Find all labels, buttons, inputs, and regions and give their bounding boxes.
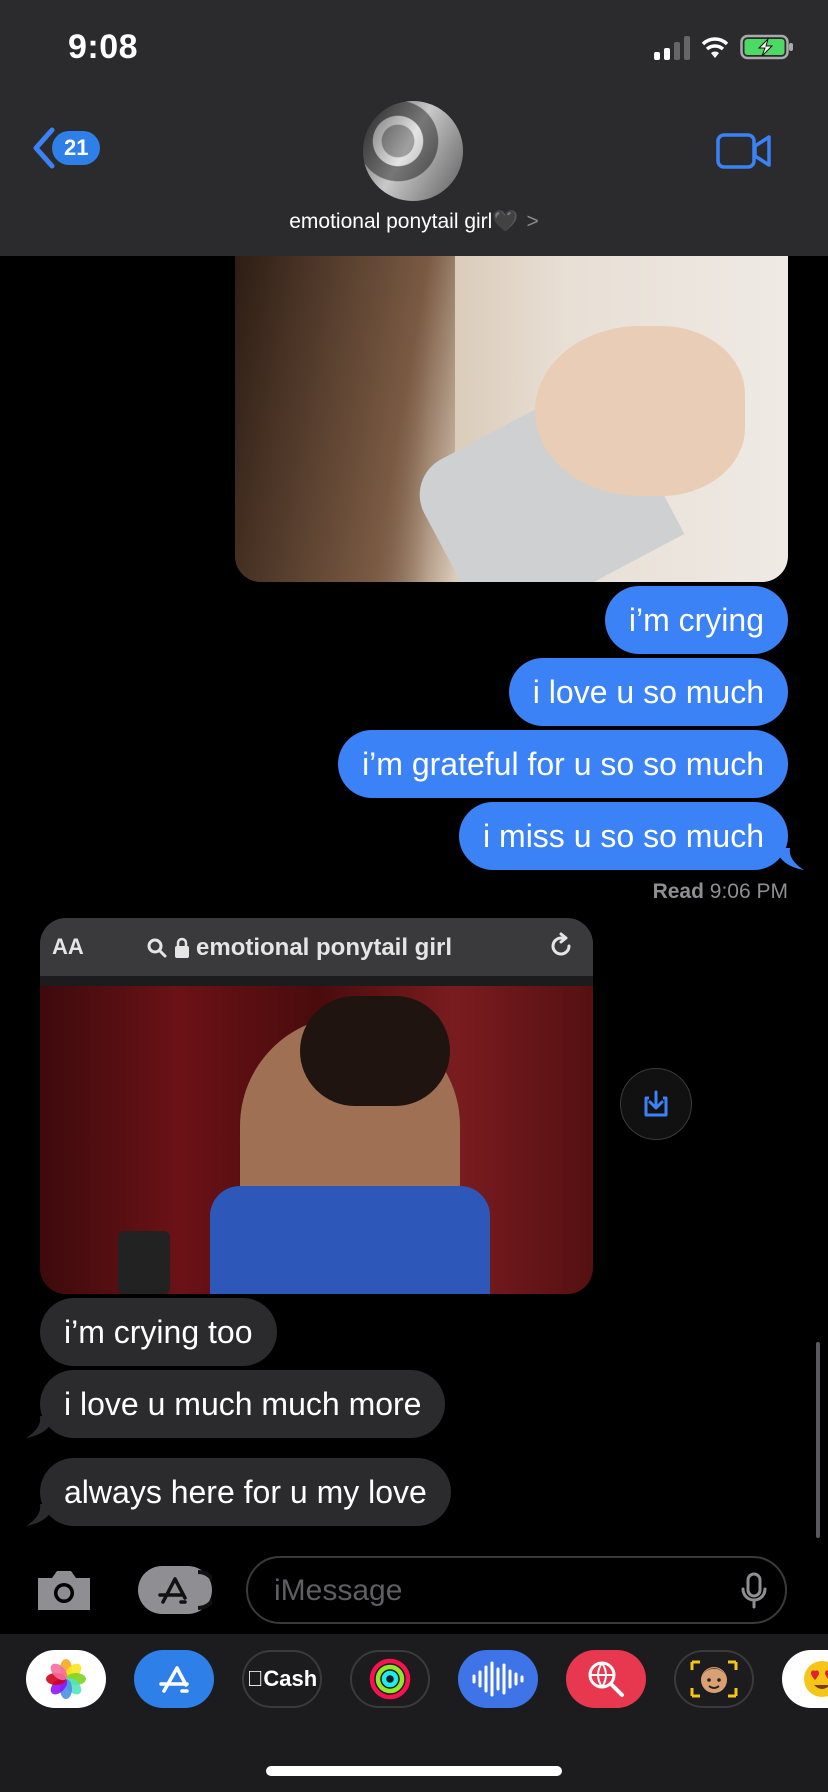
app-memoji[interactable] <box>674 1650 754 1708</box>
facetime-video-icon[interactable] <box>716 132 772 170</box>
chevron-right-icon: > <box>526 210 539 233</box>
url-field: emotional ponytail girl <box>146 934 452 962</box>
read-receipt: Read 9:06 PM <box>653 880 788 904</box>
photos-icon <box>46 1659 86 1699</box>
apple-cash-label: Cash <box>247 1666 317 1691</box>
imessage-field[interactable] <box>272 1568 696 1614</box>
app-photos[interactable] <box>26 1650 106 1708</box>
read-time: 9:06 PM <box>709 880 788 903</box>
home-indicator[interactable] <box>266 1766 562 1776</box>
camera-icon[interactable] <box>34 1566 94 1614</box>
lock-icon <box>175 937 189 958</box>
search-icon <box>147 938 167 958</box>
globe-search-icon <box>588 1661 624 1697</box>
reload-icon <box>551 932 571 956</box>
download-icon <box>644 1090 668 1117</box>
bubble-tail <box>26 1504 54 1526</box>
app-activity[interactable] <box>350 1650 430 1708</box>
message-input[interactable] <box>246 1556 787 1624</box>
back-button[interactable]: 21 <box>30 126 101 170</box>
app-store-icon <box>159 1666 189 1693</box>
wifi-icon <box>701 37 729 58</box>
incoming-link-preview[interactable]: AA emotional ponytail girl <box>40 918 593 1294</box>
bubble-tail <box>26 1416 54 1438</box>
browser-address-bar: AA emotional ponytail girl <box>40 918 593 976</box>
incoming-message[interactable]: i’m crying too <box>40 1298 277 1366</box>
microphone-icon[interactable] <box>741 1572 767 1610</box>
status-icons <box>654 34 794 60</box>
outgoing-message[interactable]: i’m grateful for u so so much <box>338 730 788 798</box>
outgoing-message[interactable]: i’m crying <box>604 586 788 654</box>
scrollbar[interactable] <box>816 1342 820 1538</box>
battery-charging-icon <box>740 34 793 60</box>
app-animoji[interactable] <box>782 1650 828 1708</box>
cellular-signal-icon <box>654 34 690 60</box>
outgoing-message[interactable]: i love u so much <box>508 658 788 726</box>
incoming-message[interactable]: always here for u my love <box>40 1458 451 1526</box>
incoming-message[interactable]: i love u much much more <box>40 1370 446 1438</box>
app-image-search[interactable] <box>566 1650 646 1708</box>
conversation-header: 9:08 21 emotional ponytail girl🖤 > <box>0 0 828 256</box>
outgoing-message[interactable]: i miss u so so much <box>459 802 788 870</box>
bubble-tail <box>776 848 804 870</box>
url-text: emotional ponytail girl <box>196 934 453 961</box>
contact-name: emotional ponytail girl🖤 <box>289 210 519 233</box>
app-apple-cash[interactable]: Cash <box>242 1650 322 1708</box>
heart-eyes-emoji-icon <box>804 1661 828 1697</box>
contact-name-button[interactable]: emotional ponytail girl🖤 > <box>0 210 828 234</box>
soundwave-icon <box>472 1661 524 1697</box>
app-store-icon <box>158 1570 218 1610</box>
read-label: Read <box>652 880 704 903</box>
memoji-icon <box>690 1660 738 1698</box>
preview-image <box>40 986 593 1294</box>
activity-rings-icon <box>369 1658 411 1700</box>
text-size-label: AA <box>52 934 84 959</box>
status-time: 9:08 <box>68 28 139 66</box>
contact-avatar[interactable] <box>363 101 463 201</box>
unread-count-badge: 21 <box>52 131 101 165</box>
save-image-button[interactable] <box>620 1068 692 1140</box>
app-app-store[interactable] <box>134 1650 214 1708</box>
app-shazam[interactable] <box>458 1650 538 1708</box>
sent-photo[interactable] <box>235 256 788 582</box>
app-store-button[interactable] <box>138 1566 218 1614</box>
